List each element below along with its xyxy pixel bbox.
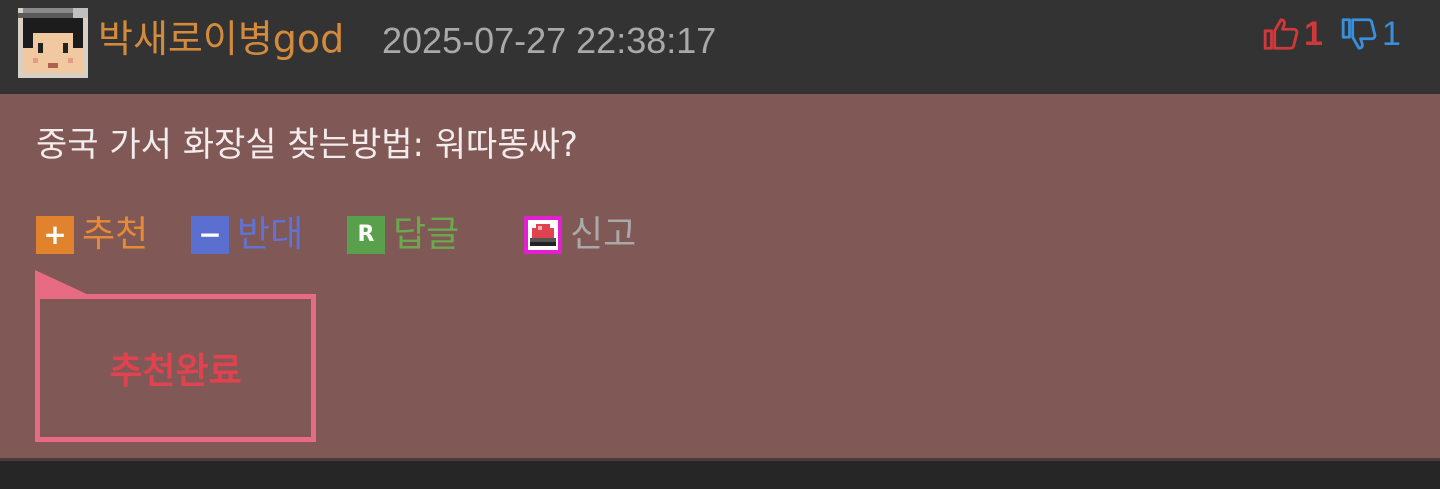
reply-icon: R <box>347 216 385 254</box>
tooltip-arrow <box>35 270 91 296</box>
comment-message: 중국 가서 화장실 찾는방법: 워따똥싸? <box>36 125 578 165</box>
pixel-avatar-icon <box>18 8 88 78</box>
recommend-tooltip: 추천완료 <box>35 294 316 442</box>
avatar[interactable] <box>18 8 88 78</box>
reply-label: 답글 <box>393 214 460 255</box>
tooltip-text: 추천완료 <box>109 351 242 392</box>
comment-timestamp: 2025-07-27 22:38:17 <box>382 20 717 61</box>
recommend-label: 추천 <box>82 214 149 255</box>
dislike-button[interactable]: 1 <box>1340 12 1401 56</box>
thumbs-down-icon <box>1341 18 1377 50</box>
report-button[interactable]: 신고 <box>524 212 636 258</box>
username[interactable]: 박새로이병god <box>98 14 344 64</box>
like-button[interactable]: 1 <box>1262 12 1323 56</box>
thumbs-up-icon <box>1263 18 1299 50</box>
divider <box>0 458 1440 461</box>
minus-icon: − <box>191 216 229 254</box>
plus-icon: + <box>36 216 74 254</box>
reply-button[interactable]: R 답글 <box>347 212 459 258</box>
recommend-button[interactable]: + 추천 <box>36 212 148 258</box>
oppose-label: 반대 <box>237 214 304 255</box>
oppose-button[interactable]: − 반대 <box>191 212 303 258</box>
report-label: 신고 <box>570 214 637 255</box>
siren-icon <box>524 216 562 254</box>
like-count: 1 <box>1304 14 1323 53</box>
dislike-count: 1 <box>1382 14 1401 53</box>
